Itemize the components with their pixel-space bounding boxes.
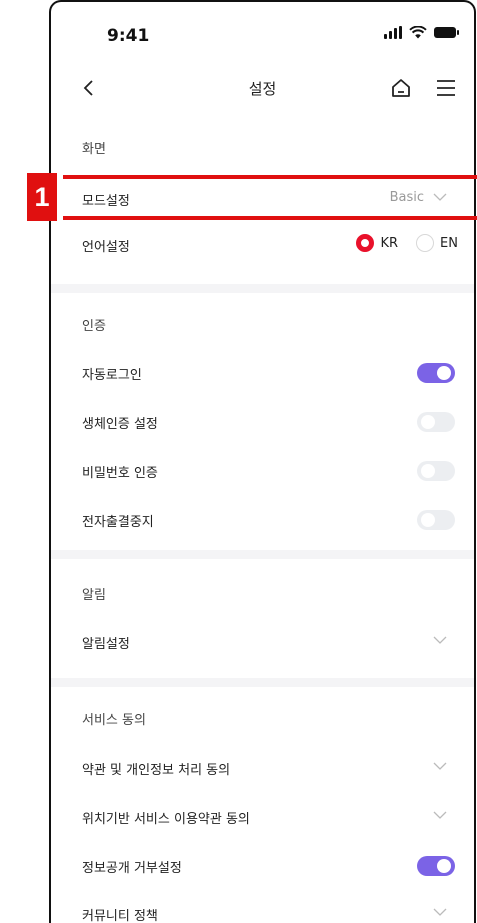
battery-icon — [434, 27, 459, 38]
terms-privacy-label: 약관 및 개인정보 처리 동의 — [82, 763, 231, 778]
chevron-down-icon — [433, 762, 447, 770]
radio-kr-label: KR — [380, 235, 399, 251]
alert-setting-row[interactable]: 알림설정 — [51, 621, 474, 661]
password-auth-label: 비밀번호 인증 — [82, 466, 158, 481]
password-auth-row: 비밀번호 인증 — [51, 450, 474, 490]
home-icon[interactable] — [389, 76, 413, 100]
auto-login-row: 자동로그인 — [51, 352, 474, 392]
menu-icon[interactable] — [434, 76, 458, 100]
radio-en-label: EN — [440, 235, 458, 251]
radio-en[interactable] — [416, 234, 435, 252]
section-divider — [51, 678, 474, 687]
location-terms-label: 위치기반 서비스 이용약관 동의 — [82, 812, 250, 827]
language-setting-row: 언어설정 KR EN — [51, 224, 474, 264]
section-title-consent: 서비스 동의 — [82, 713, 146, 728]
wifi-icon — [409, 26, 427, 39]
section-title-display: 화면 — [82, 142, 106, 157]
annotation-callout-badge: 1 — [27, 173, 57, 221]
chevron-down-icon — [433, 908, 447, 916]
community-policy-row[interactable]: 커뮤니티 정책 — [51, 893, 474, 923]
section-title-auth: 인증 — [82, 319, 106, 334]
status-time: 9:41 — [107, 26, 150, 46]
status-icons — [384, 26, 459, 39]
community-policy-label: 커뮤니티 정책 — [82, 909, 158, 923]
language-setting-label: 언어설정 — [82, 240, 130, 255]
attendance-stop-row: 전자출결중지 — [51, 499, 474, 539]
status-bar: 9:41 — [51, 2, 474, 62]
annotation-highlight-box — [63, 175, 477, 220]
info-disclosure-label: 정보공개 거부설정 — [82, 861, 182, 876]
signal-icon — [384, 26, 402, 39]
biometric-row: 생체인증 설정 — [51, 401, 474, 441]
location-terms-row[interactable]: 위치기반 서비스 이용약관 동의 — [51, 796, 474, 836]
info-disclosure-row: 정보공개 거부설정 — [51, 845, 474, 885]
section-divider — [51, 284, 474, 293]
section-divider — [51, 550, 474, 559]
phone-frame: 9:41 설정 화면 모드설정 Basic 언어설정 KR EN 인증 자동로그… — [49, 0, 476, 923]
terms-privacy-row[interactable]: 약관 및 개인정보 처리 동의 — [51, 747, 474, 787]
info-disclosure-toggle[interactable] — [417, 856, 455, 876]
auto-login-label: 자동로그인 — [82, 368, 142, 383]
chevron-down-icon — [433, 811, 447, 819]
attendance-stop-toggle[interactable] — [417, 510, 455, 530]
biometric-label: 생체인증 설정 — [82, 417, 158, 432]
language-radio-group: KR EN — [356, 234, 458, 252]
chevron-down-icon — [433, 636, 447, 644]
password-auth-toggle[interactable] — [417, 461, 455, 481]
biometric-toggle[interactable] — [417, 412, 455, 432]
alert-setting-label: 알림설정 — [82, 637, 130, 652]
section-title-alerts: 알림 — [82, 588, 106, 603]
auto-login-toggle[interactable] — [417, 363, 455, 383]
radio-kr[interactable] — [356, 234, 375, 252]
top-navigation-bar: 설정 — [51, 64, 474, 114]
attendance-stop-label: 전자출결중지 — [82, 515, 154, 530]
